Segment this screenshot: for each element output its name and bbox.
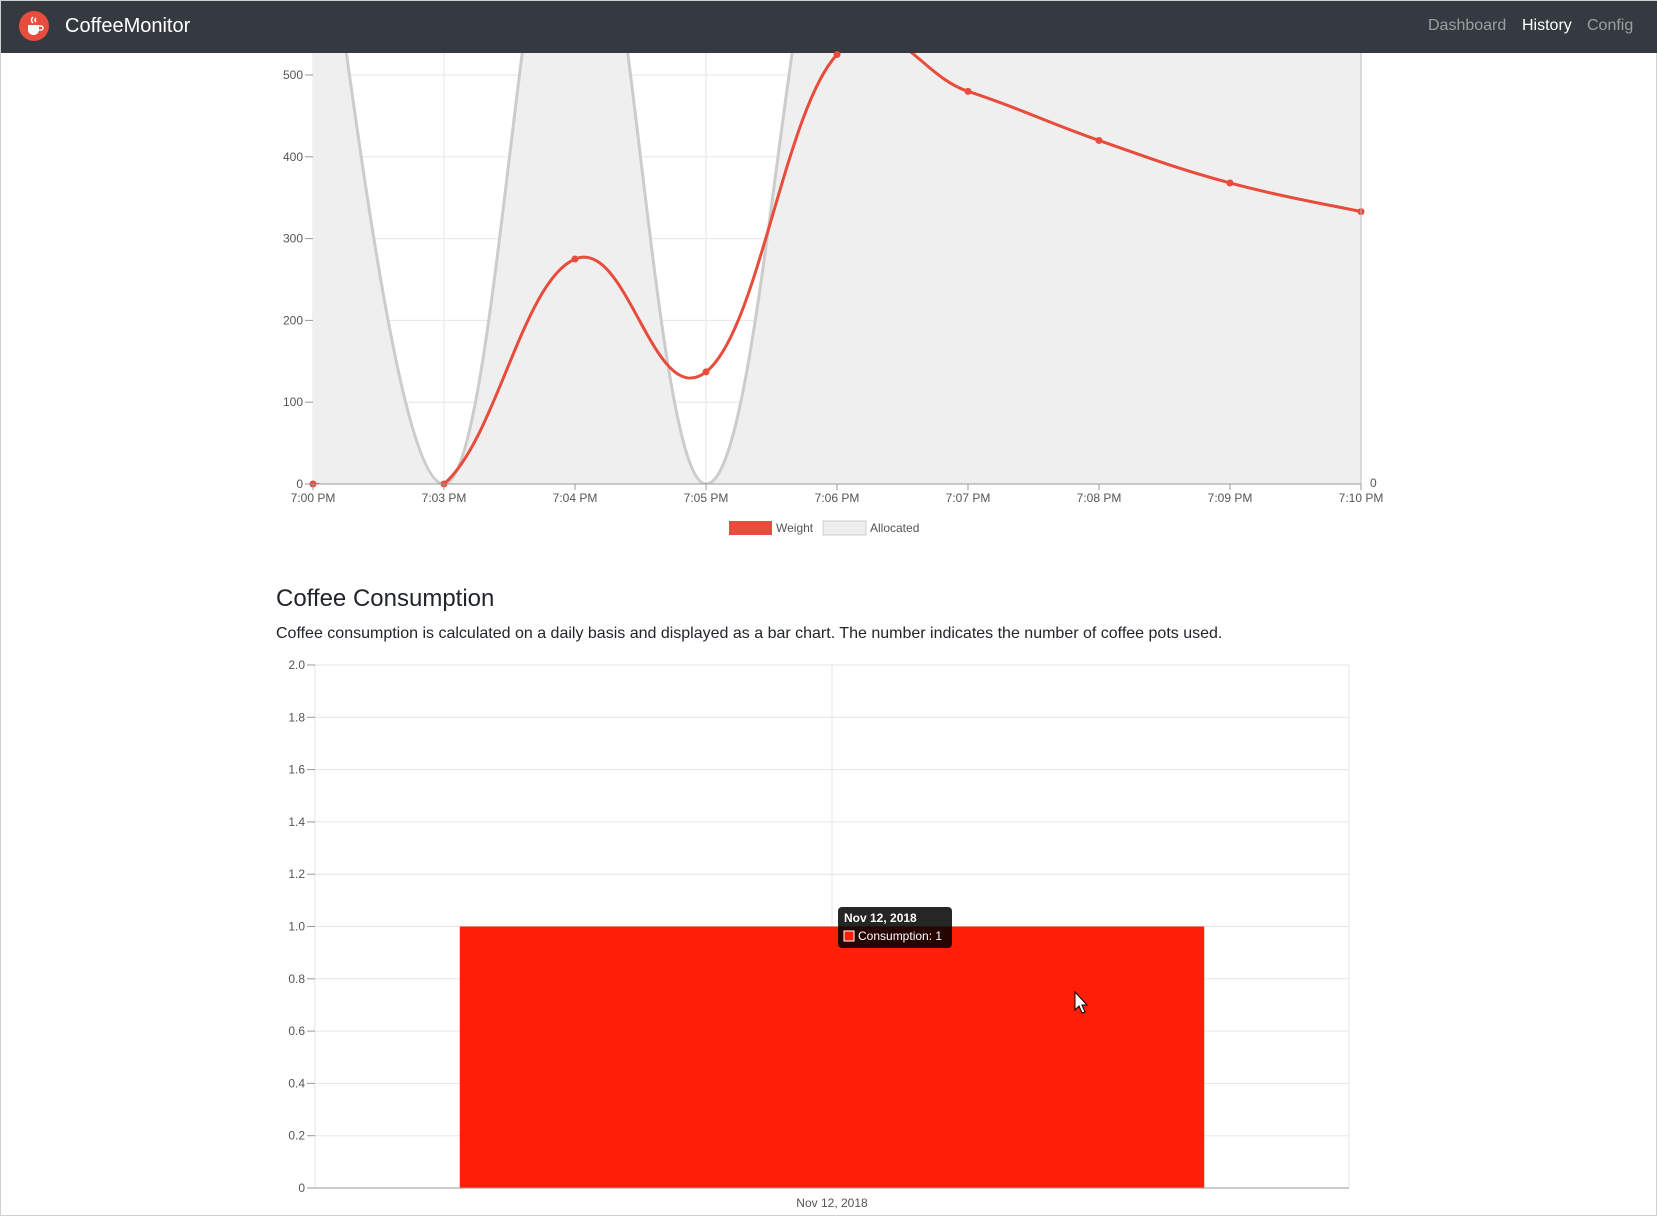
x-tick-label: 7:04 PM [553,491,598,505]
weight-point[interactable] [833,51,841,59]
x-tick-label: 7:06 PM [815,491,860,505]
y-tick-label: 300 [283,232,303,246]
y-tick-label: 100 [283,395,303,409]
x-tick-label: 7:09 PM [1208,491,1253,505]
weight-point[interactable] [1226,179,1234,187]
weight-point[interactable] [571,255,579,263]
x-tick-label: 7:00 PM [291,491,336,505]
legend-label-allocated[interactable]: Allocated [870,521,919,535]
y-tick-label: 0 [296,477,303,491]
right-axis-tick: 0 [1370,476,1377,490]
legend-swatch-allocated[interactable] [822,520,867,536]
consumption-description: Coffee consumption is calculated on a da… [276,625,1223,642]
legend: Weight Allocated [729,520,919,536]
y-tick-label: 500 [283,68,303,82]
consumption-title: Coffee Consumption [276,585,495,612]
weight-point[interactable] [964,87,972,95]
x-tick-label: 7:03 PM [422,491,467,505]
consumption-bar[interactable] [459,926,1205,1189]
legend-swatch-weight[interactable] [729,521,772,535]
x-tick-label: 7:10 PM [1339,491,1384,505]
legend-label-weight[interactable]: Weight [776,521,814,535]
weight-point[interactable] [1095,136,1103,144]
x-tick-label: 7:05 PM [684,491,729,505]
y-tick-label: 400 [283,150,303,164]
y-tick-label: 200 [283,313,303,327]
allocated-area [313,53,1361,484]
x-tick-label: 7:07 PM [946,491,991,505]
x-tick-label: 7:08 PM [1077,491,1122,505]
weight-point[interactable] [702,368,710,376]
